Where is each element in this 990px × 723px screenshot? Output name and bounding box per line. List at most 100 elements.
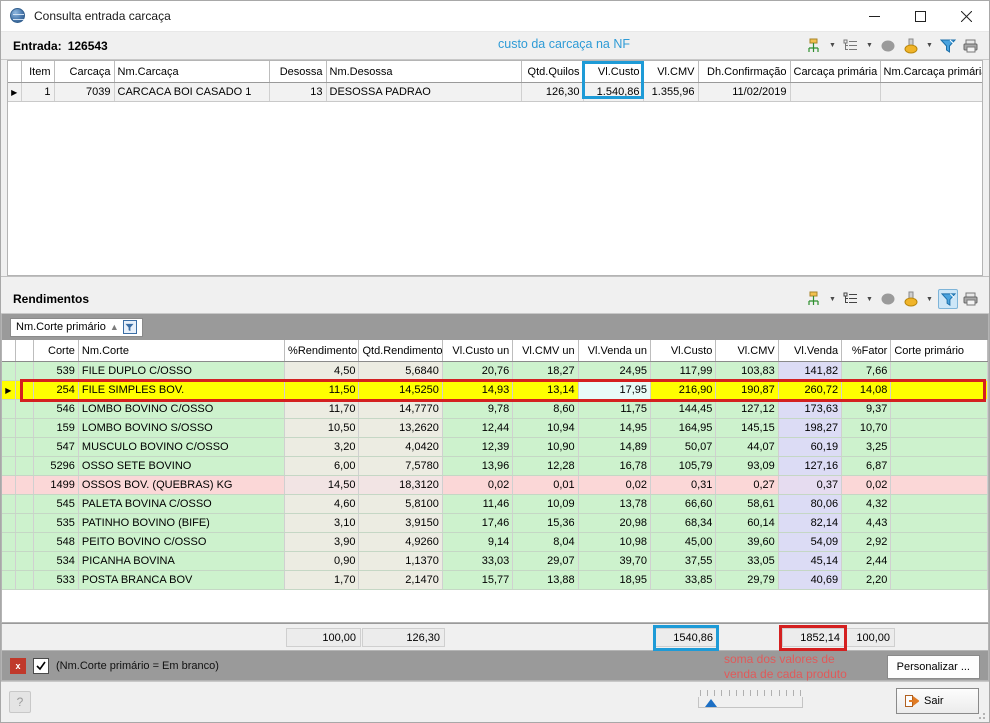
cell-marker[interactable]: ▶ — [2, 380, 16, 400]
column-header-vl-cmv-un[interactable]: Vl.CMV un — [512, 340, 579, 362]
cell-nm-corte[interactable]: LOMBO BOVINO C/OSSO — [78, 399, 286, 419]
cell-vl-venda[interactable]: 45,14 — [778, 551, 843, 571]
cell-corte[interactable]: 159 — [33, 418, 79, 438]
cell-vl-venda[interactable]: 80,06 — [778, 494, 843, 514]
cell-corte-prim-rio[interactable] — [890, 570, 988, 590]
column-filter-icon[interactable] — [122, 320, 137, 334]
cell-gap[interactable] — [15, 475, 34, 495]
cell-corte[interactable]: 535 — [33, 513, 79, 533]
cell-vl-cmv[interactable]: 145,15 — [715, 418, 779, 438]
table-row[interactable]: 533 POSTA BRANCA BOV 1,70 2,1470 15,77 13,88 1… — [2, 570, 988, 590]
cell-vl-venda-un[interactable]: 24,95 — [578, 361, 652, 381]
cell--rendimento[interactable]: 4,50 — [284, 361, 360, 381]
cell-qtd-rendimento[interactable]: 1,1370 — [358, 551, 443, 571]
cell-vl-custo-un[interactable]: 12,39 — [442, 437, 514, 457]
cell--fator[interactable]: 3,25 — [841, 437, 892, 457]
cell-marker[interactable] — [2, 437, 16, 457]
cell-qtd-rendimento[interactable]: 5,8100 — [358, 494, 443, 514]
personalizar-button[interactable]: Personalizar ... — [886, 655, 980, 679]
print-icon[interactable] — [961, 36, 981, 56]
table-row[interactable]: 535 PATINHO BOVINO (BIFE) 3,10 3,9150 17,46 1… — [2, 513, 988, 533]
cell-marker[interactable] — [2, 570, 16, 590]
minimize-button[interactable] — [851, 1, 897, 31]
cell-vl-cmv[interactable]: 93,09 — [715, 456, 779, 476]
group-panel[interactable]: Nm.Corte primário ▲ — [1, 314, 989, 340]
cell-vl-cmv-un[interactable]: 10,90 — [512, 437, 579, 457]
cell-vl-venda-un[interactable]: 17,95 — [578, 380, 652, 400]
close-button[interactable] — [943, 1, 989, 31]
cell-vl-custo[interactable]: 68,34 — [650, 513, 717, 533]
cell-gap[interactable] — [15, 532, 34, 552]
cell-carca-a-prim-ria[interactable] — [790, 82, 881, 102]
cell-vl-venda-un[interactable]: 39,70 — [578, 551, 652, 571]
cell-dh-confirma-o[interactable]: 11/02/2019 — [698, 82, 791, 102]
cell-vl-custo-un[interactable]: 33,03 — [442, 551, 514, 571]
outline-list-dropdown-caret[interactable] — [864, 36, 875, 56]
table-row[interactable]: 539 FILE DUPLO C/OSSO 4,50 5,6840 20,76 18,27… — [2, 361, 988, 381]
cell-vl-cmv[interactable]: 39,60 — [715, 532, 779, 552]
cell-nm-carca-a-prim-ria[interactable] — [880, 82, 982, 102]
cell-gap[interactable] — [15, 399, 34, 419]
cell-corte-prim-rio[interactable] — [890, 437, 988, 457]
column-header-marker[interactable] — [8, 61, 22, 83]
column-header-carca-a-prim-ria[interactable]: Carcaça primária — [790, 61, 881, 83]
zoom-slider-track[interactable] — [698, 697, 803, 708]
cell-vl-custo[interactable]: 0,31 — [650, 475, 717, 495]
group-chip-nm-corte-primario[interactable]: Nm.Corte primário ▲ — [10, 317, 143, 337]
sair-button[interactable]: Sair — [896, 688, 979, 714]
cell-corte[interactable]: 539 — [33, 361, 79, 381]
cell-vl-venda-un[interactable]: 11,75 — [578, 399, 652, 419]
rendimentos-grid-container[interactable]: Corte Nm.Corte %Rendimento Qtd.Rendimento Vl… — [1, 340, 989, 623]
column-header-vl-venda-un[interactable]: Vl.Venda un — [578, 340, 652, 362]
cell--rendimento[interactable]: 1,70 — [284, 570, 360, 590]
cell--fator[interactable]: 0,02 — [841, 475, 892, 495]
cell-vl-custo[interactable]: 66,60 — [650, 494, 717, 514]
table-row[interactable]: 534 PICANHA BOVINA 0,90 1,1370 33,03 29,07 39,… — [2, 551, 988, 571]
zoom-slider-thumb[interactable] — [705, 699, 717, 707]
cell-vl-custo-un[interactable]: 12,44 — [442, 418, 514, 438]
cell-marker[interactable] — [2, 475, 16, 495]
column-header-corte[interactable]: Corte — [33, 340, 79, 362]
cell-nm-carca-a[interactable]: CARCACA BOI CASADO 1 — [114, 82, 270, 102]
cell-vl-custo[interactable]: 1.540,86 — [583, 82, 644, 102]
cell-vl-venda[interactable]: 40,69 — [778, 570, 843, 590]
cell--fator[interactable]: 2,44 — [841, 551, 892, 571]
cell-vl-cmv-un[interactable]: 8,60 — [512, 399, 579, 419]
column-header-vl-cmv[interactable]: Vl.CMV — [715, 340, 779, 362]
cell-vl-venda-un[interactable]: 14,95 — [578, 418, 652, 438]
cell-corte[interactable]: 548 — [33, 532, 79, 552]
group-by-icon[interactable] — [804, 36, 824, 56]
column-header--rendimento[interactable]: %Rendimento — [284, 340, 360, 362]
outline-list-dropdown-caret[interactable] — [864, 289, 875, 309]
cell--rendimento[interactable]: 3,10 — [284, 513, 360, 533]
column-header-marker[interactable] — [2, 340, 16, 362]
cell-qtd-quilos[interactable]: 126,30 — [521, 82, 584, 102]
cell-corte-prim-rio[interactable] — [890, 551, 988, 571]
close-filter-icon[interactable]: x — [10, 657, 26, 674]
panel-splitter[interactable] — [1, 276, 989, 285]
cell-gap[interactable] — [15, 494, 34, 514]
cell-corte[interactable]: 5296 — [33, 456, 79, 476]
cell-vl-custo-un[interactable]: 17,46 — [442, 513, 514, 533]
cell-vl-cmv[interactable]: 33,05 — [715, 551, 779, 571]
cell-qtd-rendimento[interactable]: 3,9150 — [358, 513, 443, 533]
cell-corte[interactable]: 546 — [33, 399, 79, 419]
cell-vl-cmv-un[interactable]: 13,88 — [512, 570, 579, 590]
cell-vl-cmv[interactable]: 127,12 — [715, 399, 779, 419]
cell-vl-venda[interactable]: 54,09 — [778, 532, 843, 552]
column-header-vl-custo[interactable]: Vl.Custo — [583, 61, 644, 83]
cell-vl-venda-un[interactable]: 18,95 — [578, 570, 652, 590]
cell-marker[interactable] — [2, 399, 16, 419]
cell--rendimento[interactable]: 10,50 — [284, 418, 360, 438]
column-header-nm-carca-a[interactable]: Nm.Carcaça — [114, 61, 270, 83]
cell-vl-venda[interactable]: 127,16 — [778, 456, 843, 476]
column-header-vl-custo-un[interactable]: Vl.Custo un — [442, 340, 514, 362]
cell-vl-cmv[interactable]: 103,83 — [715, 361, 779, 381]
cell-vl-custo-un[interactable]: 9,78 — [442, 399, 514, 419]
column-header-vl-cmv[interactable]: Vl.CMV — [643, 61, 699, 83]
cell--fator[interactable]: 2,92 — [841, 532, 892, 552]
filter-funnel-icon[interactable] — [938, 289, 958, 309]
cell-gap[interactable] — [15, 551, 34, 571]
cell--rendimento[interactable]: 11,50 — [284, 380, 360, 400]
group-by-icon[interactable] — [804, 289, 824, 309]
